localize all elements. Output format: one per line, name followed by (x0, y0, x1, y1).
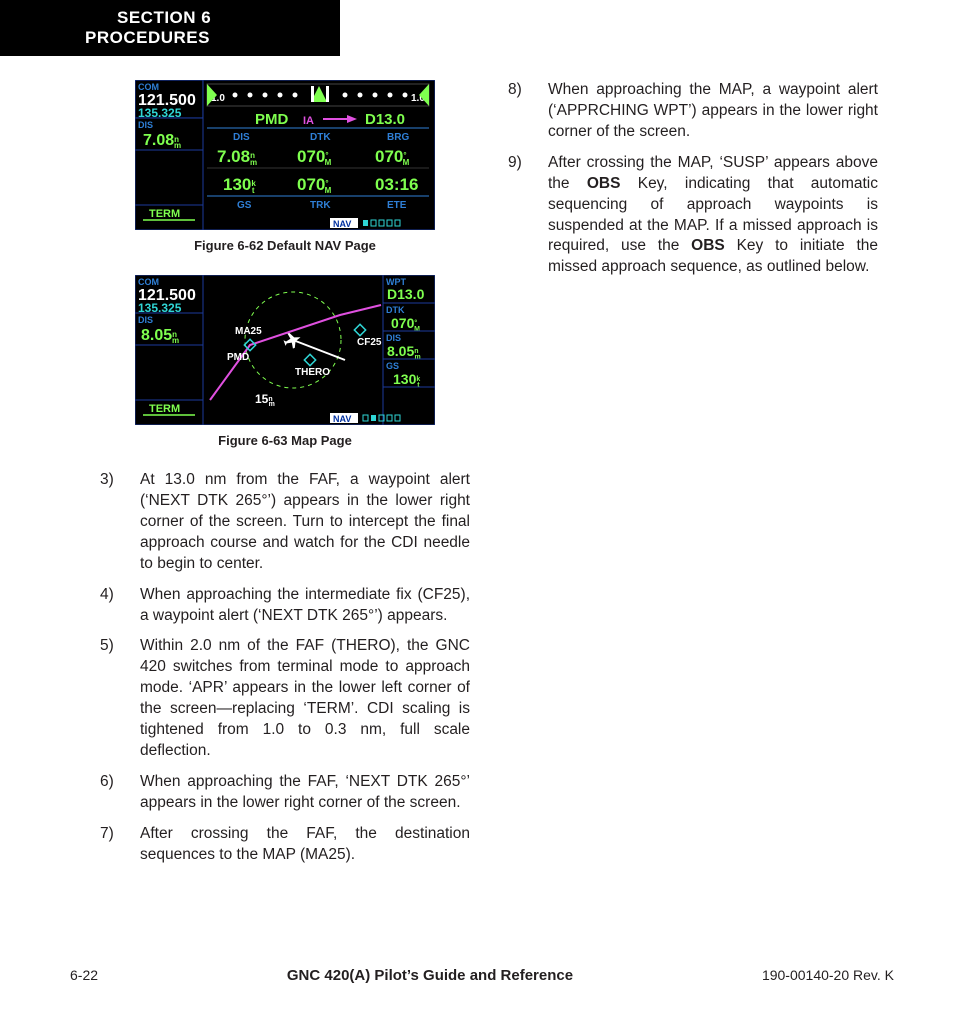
svg-text:CF25: CF25 (357, 337, 382, 348)
step-text: After crossing the FAF, the destination … (140, 824, 470, 866)
svg-text:THERO: THERO (295, 367, 330, 378)
svg-text:TRK: TRK (310, 200, 331, 211)
svg-text:DTK: DTK (310, 132, 331, 143)
nav-page-svg: COM 121.500 135.325 DIS 7.08nm TERM (135, 80, 435, 230)
content-area: COM 121.500 135.325 DIS 7.08nm TERM (100, 80, 894, 876)
svg-text:8.05nm: 8.05nm (141, 327, 179, 345)
svg-text:BRG: BRG (387, 132, 409, 143)
svg-text:NAV: NAV (333, 414, 351, 424)
svg-text:COM: COM (138, 82, 159, 92)
svg-text:130kt: 130kt (393, 371, 420, 389)
step-5: 5) Within 2.0 nm of the FAF (THERO), the… (100, 636, 470, 762)
step-3: 3) At 13.0 nm from the FAF, a waypoint a… (100, 470, 470, 575)
svg-text:NAV: NAV (333, 219, 351, 229)
svg-text:DIS: DIS (233, 132, 250, 143)
step-text: When approaching the intermediate fix (C… (140, 585, 470, 627)
svg-text:DIS: DIS (138, 120, 153, 130)
steps-left: 3) At 13.0 nm from the FAF, a waypoint a… (100, 470, 470, 866)
figure-6-63-caption: Figure 6-63 Map Page (100, 433, 470, 448)
step-7: 7) After crossing the FAF, the destinati… (100, 824, 470, 866)
svg-text:DTK: DTK (386, 305, 405, 315)
step-4: 4) When approaching the intermediate fix… (100, 585, 470, 627)
svg-text:7.08nm: 7.08nm (143, 132, 181, 150)
step-number: 9) (508, 153, 548, 279)
svg-text:TERM: TERM (149, 208, 180, 220)
page-number: 6-22 (70, 967, 98, 983)
left-column: COM 121.500 135.325 DIS 7.08nm TERM (100, 80, 470, 876)
right-column: 8) When approaching the MAP, a waypoint … (508, 80, 878, 876)
step-number: 4) (100, 585, 140, 627)
step-number: 3) (100, 470, 140, 575)
svg-text:PMD: PMD (227, 352, 249, 363)
step-number: 7) (100, 824, 140, 866)
page-footer: 6-22 GNC 420(A) Pilot’s Guide and Refere… (70, 967, 894, 984)
svg-text:MA25: MA25 (235, 326, 262, 337)
steps-right: 8) When approaching the MAP, a waypoint … (508, 80, 878, 278)
section-header: SECTION 6 PROCEDURES (0, 0, 340, 56)
section-number: SECTION 6 (85, 8, 211, 28)
svg-text:D13.0: D13.0 (387, 286, 425, 302)
svg-text:DIS: DIS (386, 333, 401, 343)
svg-text:PMD: PMD (255, 111, 289, 128)
footer-revision: 190-00140-20 Rev. K (762, 967, 894, 983)
step-text: At 13.0 nm from the FAF, a waypoint aler… (140, 470, 470, 575)
step-text: When approaching the MAP, a waypoint ale… (548, 80, 878, 143)
step-text: Within 2.0 nm of the FAF (THERO), the GN… (140, 636, 470, 762)
step-text: When approaching the FAF, ‘NEXT DTK 265°… (140, 772, 470, 814)
step-number: 5) (100, 636, 140, 762)
svg-text:GS: GS (386, 361, 399, 371)
map-page-display: COM 121.500 135.325 DIS 8.05nm TERM WPT … (135, 275, 435, 425)
svg-text:IA: IA (303, 115, 314, 127)
section-title: PROCEDURES (85, 28, 210, 48)
step-text: After crossing the MAP, ‘SUSP’ appears a… (548, 153, 878, 279)
step-number: 8) (508, 80, 548, 143)
svg-text:COM: COM (138, 277, 159, 287)
svg-text:03:16: 03:16 (375, 175, 418, 194)
svg-text:GS: GS (237, 200, 252, 211)
step-number: 6) (100, 772, 140, 814)
svg-text:TERM: TERM (149, 403, 180, 415)
figure-6-62: COM 121.500 135.325 DIS 7.08nm TERM (100, 80, 470, 253)
svg-text:130kt: 130kt (223, 175, 256, 195)
figure-6-63: COM 121.500 135.325 DIS 8.05nm TERM WPT … (100, 275, 470, 448)
figure-6-62-caption: Figure 6-62 Default NAV Page (100, 238, 470, 253)
footer-title: GNC 420(A) Pilot’s Guide and Reference (287, 967, 573, 984)
svg-text:D13.0: D13.0 (365, 111, 405, 128)
map-page-svg: COM 121.500 135.325 DIS 8.05nm TERM WPT … (135, 275, 435, 425)
nav-page-display: COM 121.500 135.325 DIS 7.08nm TERM (135, 80, 435, 230)
svg-text:ETE: ETE (387, 200, 407, 211)
step-8: 8) When approaching the MAP, a waypoint … (508, 80, 878, 143)
svg-text:DIS: DIS (138, 315, 153, 325)
step-6: 6) When approaching the FAF, ‘NEXT DTK 2… (100, 772, 470, 814)
step-9: 9) After crossing the MAP, ‘SUSP’ appear… (508, 153, 878, 279)
